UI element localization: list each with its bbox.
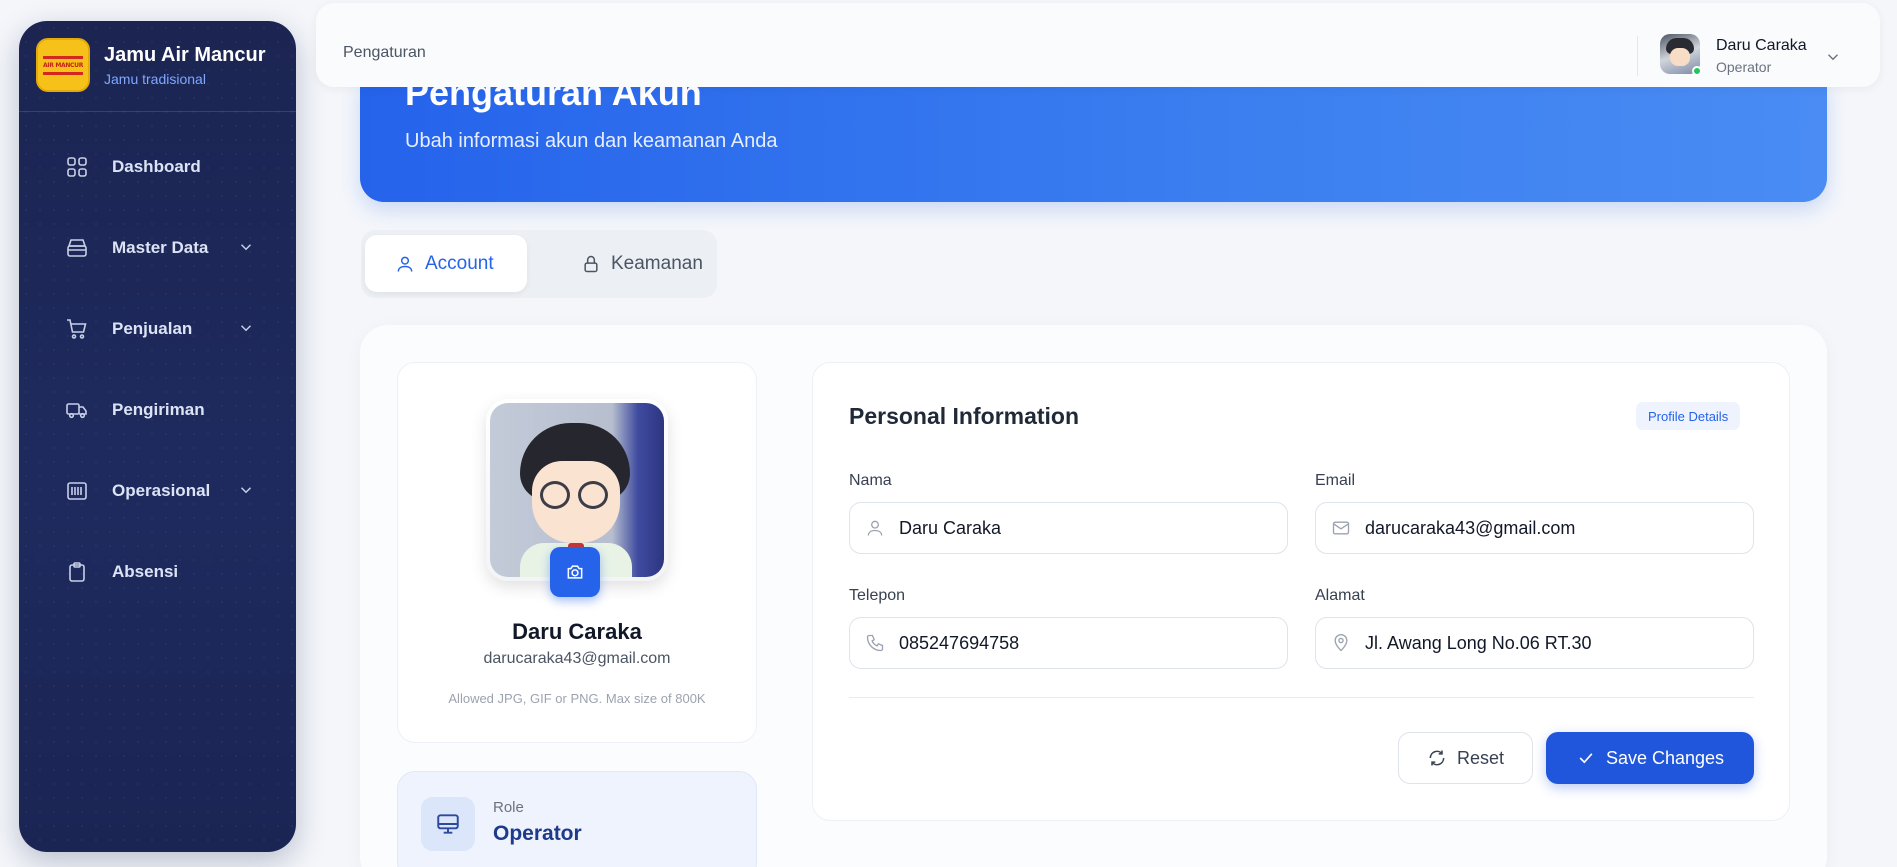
profile-avatar — [486, 399, 668, 597]
brand[interactable]: AIR MANCUR Jamu Air Mancur Jamu tradisio… — [36, 38, 266, 92]
online-status-dot — [1692, 66, 1702, 76]
upload-photo-button[interactable] — [550, 547, 600, 597]
check-icon — [1576, 748, 1596, 768]
alamat-field[interactable] — [1315, 617, 1754, 669]
brand-subtitle: Jamu tradisional — [104, 70, 206, 87]
nama-input[interactable] — [899, 517, 1269, 539]
sidebar-item-label: Pengiriman — [112, 400, 205, 419]
save-changes-button[interactable]: Save Changes — [1546, 732, 1754, 784]
chevron-down-icon — [240, 244, 252, 251]
section-title: Personal Information — [849, 403, 1080, 429]
email-input[interactable] — [1365, 517, 1735, 539]
tab-label: Account — [425, 252, 494, 274]
tab-label: Keamanan — [611, 252, 703, 274]
save-label: Save Changes — [1605, 747, 1725, 768]
clipboard-icon — [65, 560, 89, 584]
refresh-icon — [1427, 748, 1447, 768]
topbar: Pengaturan Daru Caraka Operator — [316, 3, 1880, 87]
sidebar-item-pengiriman[interactable]: Pengiriman — [19, 388, 296, 432]
chevron-down-icon[interactable] — [1824, 48, 1842, 66]
profile-details-badge: Profile Details — [1636, 402, 1741, 430]
divider — [1637, 36, 1638, 76]
barcode-icon — [65, 479, 89, 503]
tab-keamanan[interactable]: Keamanan — [551, 235, 711, 292]
sidebar-item-label: Operasional — [112, 481, 211, 500]
sidebar-item-label: Master Data — [112, 238, 209, 257]
email-field[interactable] — [1315, 502, 1754, 554]
box-icon — [65, 236, 89, 260]
sidebar-item-master-data[interactable]: Master Data — [19, 226, 296, 270]
page-subtitle: Ubah informasi akun dan keamanan Anda — [405, 130, 778, 152]
page-banner: Pengaturan Akun Ubah informasi akun dan … — [360, 80, 1827, 202]
sidebar-item-label: Dashboard — [112, 157, 201, 176]
brand-title: Jamu Air Mancur — [104, 43, 266, 66]
telepon-field[interactable] — [849, 617, 1288, 669]
phone-icon — [865, 633, 885, 653]
sidebar-item-dashboard[interactable]: Dashboard — [19, 145, 296, 189]
settings-tabs: Account Keamanan — [361, 230, 717, 298]
tab-account[interactable]: Account — [365, 235, 527, 292]
telepon-label: Telepon — [849, 587, 906, 604]
profile-name: Daru Caraka — [512, 619, 642, 644]
monitor-icon — [421, 797, 475, 851]
map-pin-icon — [1331, 633, 1351, 653]
camera-icon — [567, 565, 583, 579]
sidebar-item-label: Penjualan — [112, 319, 193, 338]
chevron-down-icon — [240, 487, 252, 494]
user-icon — [865, 518, 885, 538]
sidebar-nav: Dashboard Master Data Penjualan Pengirim… — [19, 145, 296, 631]
brand-logo: AIR MANCUR — [36, 38, 90, 92]
alamat-label: Alamat — [1315, 587, 1365, 604]
mail-icon — [1331, 518, 1351, 538]
profile-card: Daru Caraka darucaraka43@gmail.com Allow… — [397, 362, 757, 743]
divider — [849, 697, 1754, 698]
user-name[interactable]: Daru Caraka — [1716, 37, 1807, 55]
email-label: Email — [1315, 472, 1356, 489]
sidebar-item-absensi[interactable]: Absensi — [19, 550, 296, 594]
sidebar-item-penjualan[interactable]: Penjualan — [19, 307, 296, 351]
nama-label: Nama — [849, 472, 892, 489]
user-role: Operator — [1716, 59, 1772, 75]
avatar[interactable] — [1660, 34, 1702, 76]
sidebar-divider — [19, 111, 296, 112]
personal-info-card: Personal Information Profile Details Nam… — [812, 362, 1790, 821]
profile-email: darucaraka43@gmail.com — [483, 650, 671, 667]
alamat-input[interactable] — [1365, 632, 1735, 654]
grid-icon — [65, 155, 89, 179]
role-label: Role — [493, 799, 524, 816]
telepon-input[interactable] — [899, 632, 1269, 654]
lock-icon — [581, 254, 601, 274]
upload-hint: Allowed JPG, GIF or PNG. Max size of 800… — [448, 691, 706, 706]
reset-label: Reset — [1456, 747, 1505, 768]
reset-button[interactable]: Reset — [1398, 732, 1533, 784]
role-card: Role Operator — [397, 771, 757, 867]
sidebar-item-label: Absensi — [112, 562, 179, 581]
truck-icon — [65, 398, 89, 422]
breadcrumb: Pengaturan — [343, 44, 426, 61]
cart-icon — [65, 317, 89, 341]
sidebar: AIR MANCUR Jamu Air Mancur Jamu tradisio… — [19, 21, 296, 852]
role-value: Operator — [493, 822, 582, 845]
user-icon — [395, 254, 415, 274]
sidebar-item-operasional[interactable]: Operasional — [19, 469, 296, 513]
chevron-down-icon — [240, 325, 252, 332]
nama-field[interactable] — [849, 502, 1288, 554]
